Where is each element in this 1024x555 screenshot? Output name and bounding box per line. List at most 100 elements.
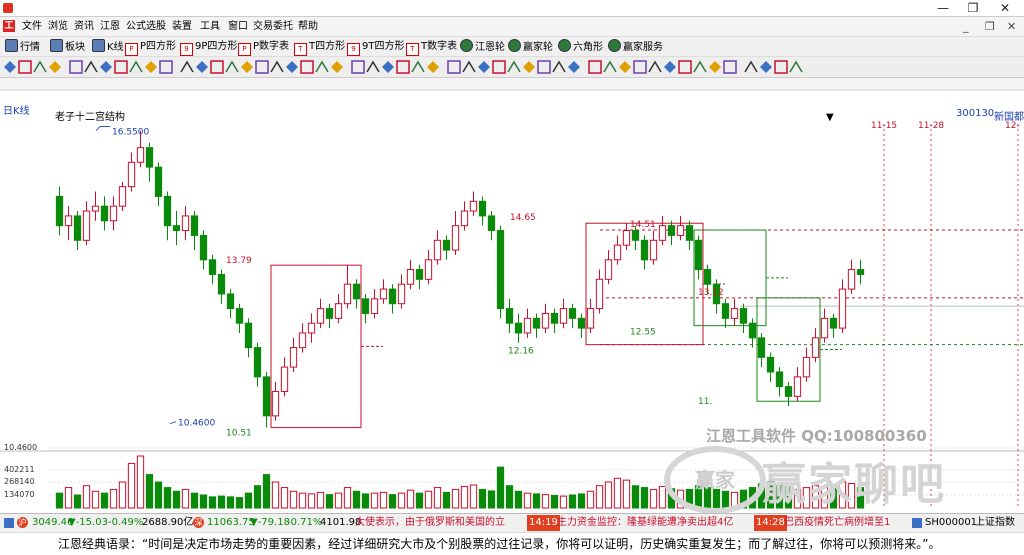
volume-bar	[82, 485, 91, 509]
toolbar-9t-square-button[interactable]: 9 9T四方形	[347, 39, 404, 56]
menu-help[interactable]: 帮助	[298, 19, 318, 34]
candle-up	[91, 205, 100, 212]
close-button[interactable]: ✕	[990, 0, 1020, 16]
volume-bar	[235, 497, 244, 509]
tool-line-icon	[693, 60, 707, 73]
menu-browse[interactable]: 浏览	[48, 19, 68, 34]
title-bar: — ❐ ✕	[0, 0, 1024, 17]
volume-bar	[73, 494, 82, 509]
volume-bar	[370, 492, 379, 509]
candle-up	[622, 230, 631, 246]
kline-chart[interactable]: 10.4600 402211 268140 134070 11-15 11-28 12- 16…	[0, 78, 1024, 514]
minimize-button[interactable]: —	[928, 0, 958, 16]
volume-bar	[541, 494, 550, 509]
candle-down	[478, 200, 487, 217]
toolbar-gann-wheel-button[interactable]: 江恩轮	[460, 39, 505, 54]
toolbar-winner-service-button[interactable]: 赢家服务	[608, 39, 663, 54]
candle-down	[829, 317, 838, 329]
tool-line-icon	[315, 60, 329, 73]
news-ticker-3[interactable]: 巴西疫情死亡病例增至1	[784, 515, 890, 531]
sz-index-change: ▼-79.18	[250, 517, 290, 528]
candle-down	[73, 215, 82, 241]
sz-index-value[interactable]: 11063.75	[207, 515, 255, 531]
toolbar-t-square-label: T四方形	[309, 41, 346, 52]
toolbar-t-square-button[interactable]: T T四方形	[294, 39, 346, 56]
menu-file[interactable]: 文件	[22, 19, 42, 34]
right-index-code[interactable]: SH000001	[925, 515, 977, 531]
watermark-text: 江恩工具软件 QQ:100800360	[706, 427, 927, 445]
candle-down	[685, 225, 694, 241]
toolbar-t-table-button[interactable]: T T数字表	[406, 39, 457, 56]
candle-up	[802, 356, 811, 378]
volume-bar	[379, 491, 388, 509]
candle-down	[694, 239, 703, 271]
candle-down	[226, 293, 235, 310]
volume-bar	[640, 487, 649, 509]
high-pointer	[95, 126, 110, 131]
tool-frame-icon	[588, 60, 602, 74]
candle-up	[181, 215, 190, 232]
toolbar-winner-wheel-button[interactable]: 赢家轮	[508, 39, 553, 54]
toolbar-quotes-label: 行情	[20, 42, 40, 53]
future-date-label: 11-28	[918, 121, 944, 131]
menu-news[interactable]: 资讯	[74, 19, 94, 34]
candle-down	[262, 376, 271, 417]
period-label: 日K线	[3, 106, 30, 117]
indicator-dropdown-icon[interactable]: ▼	[826, 112, 834, 123]
price-annotation: 10.51	[226, 429, 252, 439]
menu-tools[interactable]: 工具	[200, 19, 220, 34]
price-annotation: 16.5500	[112, 128, 149, 138]
toolbar-quotes-button[interactable]: 行情	[5, 39, 40, 54]
mdi-maximize-button[interactable]: ❐	[985, 20, 995, 33]
candle-down	[721, 303, 730, 319]
volume-bar	[118, 481, 127, 509]
toolbar-sector-button[interactable]: 板块	[50, 39, 85, 54]
tool-line-icon	[462, 60, 476, 73]
tool-diamond-icon	[4, 61, 16, 73]
menu-setup[interactable]: 装置	[172, 19, 192, 34]
volume-bar	[91, 490, 100, 509]
maximize-button[interactable]: ❐	[958, 0, 988, 16]
toolbar-p-square-button[interactable]: P P四方形	[125, 39, 176, 56]
toolbar-hexagon-button[interactable]: 六角形	[558, 39, 603, 54]
toolbar-kline-button[interactable]: K线	[92, 39, 124, 54]
volume-bar	[388, 494, 397, 509]
volume-bar	[154, 481, 163, 509]
volume-bar	[568, 494, 577, 509]
candle-down	[244, 322, 253, 349]
candle-down	[640, 239, 649, 261]
volume-bar	[424, 490, 433, 509]
candle-up	[559, 308, 568, 324]
menu-gann[interactable]: 江恩	[100, 19, 120, 34]
menu-bar: 工 文件 浏览 资讯 江恩 公式选股 装置 工具 窗口 交易委托 帮助 _ ❐ …	[0, 17, 1024, 37]
tool-diamond-icon	[49, 61, 61, 73]
news-ticker-2[interactable]: 主力资金监控：隆基绿能遭净卖出超4亿	[557, 515, 733, 531]
candle-up	[793, 376, 802, 397]
candle-up	[433, 239, 442, 261]
drawing-toolbar	[0, 57, 1024, 78]
candle-down	[784, 386, 793, 397]
candle-up	[289, 347, 298, 368]
menu-trade[interactable]: 交易委托	[253, 19, 293, 34]
news-ticker-1[interactable]: 大使表示，由于俄罗斯和美国的立	[355, 515, 505, 531]
toolbar-p-table-button[interactable]: P P数字表	[238, 39, 289, 56]
status-grid-icon[interactable]	[4, 518, 14, 528]
tool-diamond-icon	[145, 61, 157, 73]
candle-down	[568, 308, 577, 319]
tool-diamond-icon	[619, 61, 631, 73]
candle-up	[613, 244, 622, 261]
menu-window[interactable]: 窗口	[228, 19, 248, 34]
tool-diamond-icon	[241, 61, 253, 73]
volume-bar	[523, 492, 532, 509]
kline-chart-svg[interactable]: 10.460040221126814013407011-15 11-28 12-16…	[0, 78, 1024, 512]
toolbar-9p-square-button[interactable]: 9 9P四方形	[180, 39, 237, 56]
volume-bar	[550, 494, 559, 509]
mdi-minimize-button[interactable]: _	[963, 20, 969, 33]
mdi-close-button[interactable]: ✕	[1007, 20, 1016, 33]
volume-bar	[469, 484, 478, 509]
sz-index-icon: 深	[193, 517, 204, 528]
volume-bar	[514, 490, 523, 509]
menu-formula[interactable]: 公式选股	[126, 19, 166, 34]
tool-line-icon	[552, 60, 566, 73]
volume-bar	[442, 491, 451, 509]
